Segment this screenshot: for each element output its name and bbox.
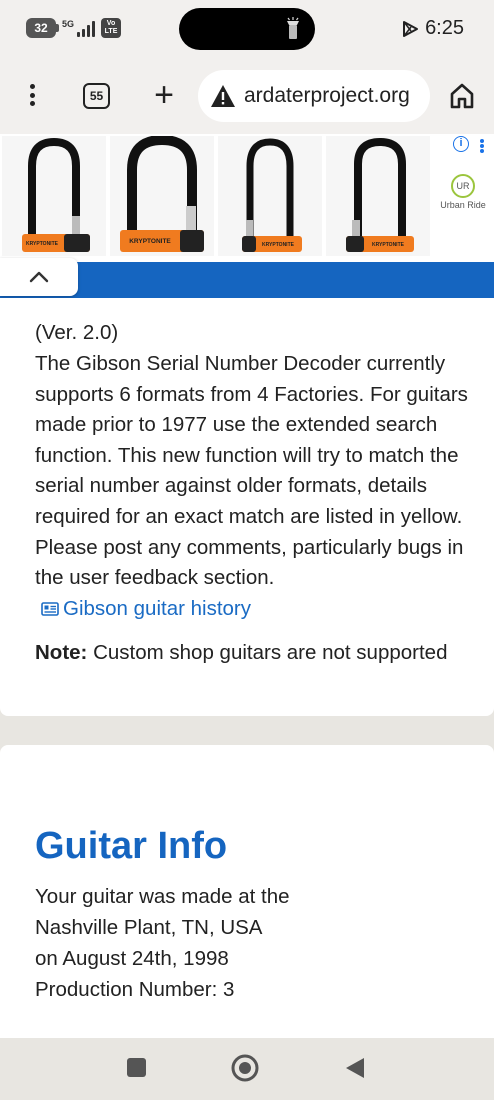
tab-switcher-button[interactable]: 55 [83, 83, 110, 109]
product-label: KRYPTONITE [372, 242, 405, 248]
address-bar[interactable]: ardaterproject.org [198, 70, 430, 122]
back-button[interactable] [344, 1056, 366, 1080]
recent-apps-button[interactable] [127, 1058, 146, 1077]
ad-info-icon[interactable]: i [453, 136, 469, 152]
guitar-info-plant: Nashville Plant, TN, USA [35, 916, 263, 939]
article-icon [41, 601, 59, 616]
network-type: 5G [62, 19, 75, 29]
clock: 6:25 [425, 17, 464, 39]
play-store-icon [403, 20, 419, 37]
product-label: KRYPTONITE [129, 238, 171, 245]
flashlight-icon [287, 17, 299, 39]
battery-indicator: 32 [26, 18, 59, 38]
guitar-info-date: on August 24th, 1998 [35, 947, 229, 970]
u-lock-image: KRYPTONITE [22, 137, 90, 252]
chevron-up-icon [29, 271, 49, 283]
browser-toolbar: 55 + ardaterproject.org [0, 60, 494, 134]
version-label: (Ver. 2.0) [35, 321, 119, 344]
brand-logo-icon: UR [451, 174, 475, 198]
ad-product[interactable]: KRYPTONITE [218, 136, 322, 256]
history-link-text[interactable]: Gibson guitar history [63, 597, 251, 620]
guitar-info-title: Guitar Info [35, 825, 228, 867]
ad-product[interactable]: KRYPTONITE [2, 136, 106, 256]
product-label: KRYPTONITE [262, 242, 295, 248]
ad-product[interactable]: KRYPTONITE [326, 136, 430, 256]
description-text: The Gibson Serial Number Decoder current… [35, 352, 468, 590]
note-text: Custom shop guitars are not supported [87, 641, 448, 664]
intro-text: The Gibson Serial Number Decoder current… [35, 349, 475, 624]
collapse-ad-button[interactable] [0, 258, 78, 296]
guitar-info-line: Your guitar was made at the [35, 885, 290, 908]
new-tab-button[interactable]: + [150, 78, 178, 112]
signal-icon: 5G [62, 19, 96, 37]
u-lock-image: KRYPTONITE [346, 137, 414, 252]
status-bar: 32 5G Vo LTE 6:25 [0, 0, 494, 60]
guitar-info-production: Production Number: 3 [35, 978, 235, 1001]
product-label: KRYPTONITE [26, 241, 59, 247]
system-nav-bar [0, 1038, 494, 1100]
ad-product[interactable]: KRYPTONITE [110, 134, 214, 256]
history-link[interactable]: Gibson guitar history [35, 597, 251, 620]
u-lock-image: KRYPTONITE [120, 134, 204, 252]
more-vert-icon[interactable] [22, 80, 42, 110]
volte-icon: Vo LTE [101, 18, 122, 38]
brand-name: Urban Ride [440, 200, 486, 210]
warning-icon[interactable] [210, 84, 236, 108]
home-icon[interactable] [448, 82, 476, 110]
guitar-info-card: Guitar Info Your guitar was made at the … [0, 745, 494, 1045]
note-label: Note: [35, 641, 88, 664]
ad-banner[interactable]: KRYPTONITE KRYPTONITE KRYPTONITE KRYPTON… [0, 134, 494, 264]
ad-options-icon[interactable] [480, 139, 484, 153]
u-lock-image: KRYPTONITE [242, 138, 302, 252]
note: Note: Custom shop guitars are not suppor… [35, 638, 475, 669]
url-text[interactable]: ardaterproject.org [244, 84, 410, 108]
decoder-intro-card: (Ver. 2.0) The Gibson Serial Number Deco… [0, 298, 494, 716]
advertiser-logo[interactable]: UR Urban Ride [438, 174, 488, 210]
home-button[interactable] [230, 1053, 260, 1083]
